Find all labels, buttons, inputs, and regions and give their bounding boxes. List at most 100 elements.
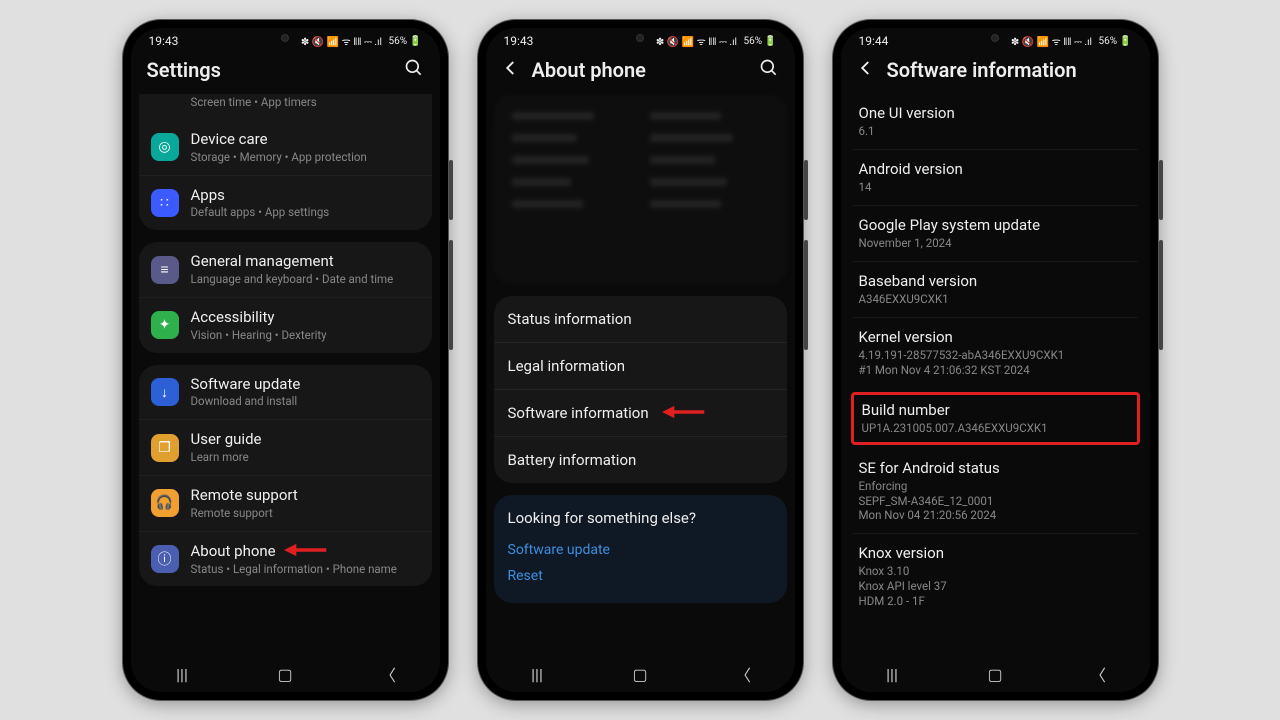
settings-row[interactable]: ◎ Device careStorage • Memory • App prote…	[139, 120, 432, 175]
status-time: 19:43	[149, 34, 179, 48]
info-subtitle: SEPF_SM-A346E_12_0001	[859, 494, 1132, 509]
phone-mockup-software-info: 19:44 ✽ 🔇 📶 ᯤ ‖‖ ⎓ .ıl 56%🔋 Software inf…	[833, 20, 1158, 700]
info-subtitle: A346EXXU9CXK1	[859, 292, 1132, 307]
nav-recents-icon[interactable]: |||	[526, 665, 548, 684]
about-row[interactable]: Software information	[494, 389, 787, 436]
search-icon[interactable]	[404, 58, 424, 82]
row-title: Remote support	[191, 486, 420, 505]
info-title: Build number	[862, 401, 1129, 419]
info-title: Baseband version	[859, 272, 1132, 290]
status-icons: ✽ 🔇 📶 ᯤ ‖‖ ⎓ .ıl	[656, 34, 737, 48]
row-icon: ⓘ	[151, 545, 179, 573]
nav-home-icon[interactable]: ▢	[274, 665, 296, 684]
row-icon: 🎧	[151, 489, 179, 517]
suggestion-link[interactable]: Software update	[508, 537, 773, 563]
row-icon: ✦	[151, 311, 179, 339]
row-subtitle: Status • Legal information • Phone name	[191, 562, 420, 577]
row-subtitle: Learn more	[191, 450, 420, 465]
info-title: Kernel version	[859, 328, 1132, 346]
row-title: User guide	[191, 430, 420, 449]
nav-back-icon[interactable]: 〈	[732, 662, 754, 686]
row-title: Apps	[191, 186, 420, 205]
settings-row[interactable]: ✦ AccessibilityVision • Hearing • Dexteri…	[139, 297, 432, 353]
nav-recents-icon[interactable]: |||	[171, 665, 193, 684]
annotation-arrow	[662, 404, 706, 420]
row-icon: ◎	[151, 133, 179, 161]
row-subtitle: Storage • Memory • App protection	[191, 150, 420, 165]
info-row[interactable]: Baseband version A346EXXU9CXK1	[853, 261, 1138, 317]
status-battery: 56%	[388, 36, 407, 47]
row-title: Software update	[191, 375, 420, 394]
settings-row[interactable]: ❐ User guideLearn more	[139, 419, 432, 475]
info-row[interactable]: One UI version6.1	[853, 94, 1138, 149]
row-title: Accessibility	[191, 308, 420, 327]
row-icon: ❐	[151, 434, 179, 462]
info-subtitle: 14	[859, 180, 1132, 195]
nav-home-icon[interactable]: ▢	[984, 665, 1006, 684]
settings-row[interactable]: ⓘ About phoneStatus • Legal information •…	[139, 531, 432, 587]
page-title: About phone	[532, 58, 747, 82]
row-subtitle: Vision • Hearing • Dexterity	[191, 328, 420, 343]
settings-row[interactable]: ∷ AppsDefault apps • App settings	[139, 175, 432, 231]
row-subtitle: Default apps • App settings	[191, 205, 420, 220]
row-subtitle: Download and install	[191, 394, 420, 409]
nav-bar: ||| ▢ 〈	[131, 652, 440, 692]
suggestions-title: Looking for something else?	[508, 509, 773, 527]
info-subtitle: HDM 2.0 - 1F	[859, 594, 1132, 609]
nav-home-icon[interactable]: ▢	[629, 665, 651, 684]
about-row[interactable]: Status information	[494, 296, 787, 342]
status-time: 19:43	[504, 34, 534, 48]
info-row[interactable]: Build number UP1A.231005.007.A346EXXU9CXK…	[851, 392, 1140, 445]
info-row[interactable]: Kernel version 4.19.191-28577532-abA346EX…	[853, 317, 1138, 388]
phone-mockup-about: 19:43 ✽ 🔇 📶 ᯤ ‖‖ ⎓ .ıl 56%🔋 About phone	[478, 20, 803, 700]
nav-bar: ||| ▢ 〈	[841, 652, 1150, 692]
info-row[interactable]: SE for Android statusEnforcingSEPF_SM-A3…	[853, 449, 1138, 534]
row-subtitle: Remote support	[191, 506, 420, 521]
status-time: 19:44	[859, 34, 889, 48]
info-title: Android version	[859, 160, 1132, 178]
settings-row[interactable]: ≡General managementLanguage and keyboard…	[139, 242, 432, 297]
info-subtitle: Enforcing	[859, 479, 1132, 494]
search-icon[interactable]	[759, 58, 779, 82]
row-subtitle: Language and keyboard • Date and time	[191, 272, 420, 287]
status-battery: 56%	[1098, 36, 1117, 47]
about-row[interactable]: Legal information	[494, 342, 787, 389]
page-title: Software information	[887, 58, 1134, 82]
back-icon[interactable]	[502, 59, 520, 81]
nav-back-icon[interactable]: 〈	[1087, 662, 1109, 686]
status-icons: ✽ 🔇 📶 ᯤ ‖‖ ⎓ .ıl	[1011, 34, 1092, 48]
nav-bar: ||| ▢ 〈	[486, 652, 795, 692]
nav-recents-icon[interactable]: |||	[881, 665, 903, 684]
row-icon: ≡	[151, 256, 179, 284]
info-title: One UI version	[859, 104, 1132, 122]
row-title: About phone	[191, 542, 420, 561]
info-subtitle: 4.19.191-28577532-abA346EXXU9CXK1	[859, 348, 1132, 363]
row-icon: ∷	[151, 189, 179, 217]
device-info-blurred	[494, 94, 787, 284]
info-row[interactable]: Google Play system update November 1, 202…	[853, 205, 1138, 261]
settings-row[interactable]: 🎧 Remote supportRemote support	[139, 475, 432, 531]
info-subtitle: Knox API level 37	[859, 579, 1132, 594]
suggestions-card: Looking for something else? Software upd…	[494, 495, 787, 603]
info-subtitle: #1 Mon Nov 4 21:06:32 KST 2024	[859, 363, 1132, 378]
phone-mockup-settings: 19:43 ✽ 🔇 📶 ᯤ ‖‖ ⎓ .ıl 56%🔋 Settings Scr…	[123, 20, 448, 700]
info-row[interactable]: Android version 14	[853, 149, 1138, 205]
row-title: Device care	[191, 130, 420, 149]
info-title: Knox version	[859, 544, 1132, 562]
back-icon[interactable]	[857, 59, 875, 81]
info-subtitle: Mon Nov 04 21:20:56 2024	[859, 508, 1132, 523]
page-title: Settings	[147, 58, 392, 82]
info-subtitle: Knox 3.10	[859, 564, 1132, 579]
suggestion-link[interactable]: Reset	[508, 563, 773, 589]
status-battery: 56%	[743, 36, 762, 47]
partial-row-sub: Screen time • App timers	[191, 95, 420, 110]
row-icon: ↓	[151, 378, 179, 406]
status-icons: ✽ 🔇 📶 ᯤ ‖‖ ⎓ .ıl	[301, 34, 382, 48]
nav-back-icon[interactable]: 〈	[377, 662, 399, 686]
settings-row[interactable]: ↓ Software updateDownload and install	[139, 365, 432, 420]
info-subtitle: November 1, 2024	[859, 236, 1132, 251]
info-row[interactable]: Knox version Knox 3.10Knox API level 37HD…	[853, 533, 1138, 619]
about-row[interactable]: Battery information	[494, 436, 787, 483]
info-subtitle: UP1A.231005.007.A346EXXU9CXK1	[862, 421, 1129, 436]
info-title: Google Play system update	[859, 216, 1132, 234]
